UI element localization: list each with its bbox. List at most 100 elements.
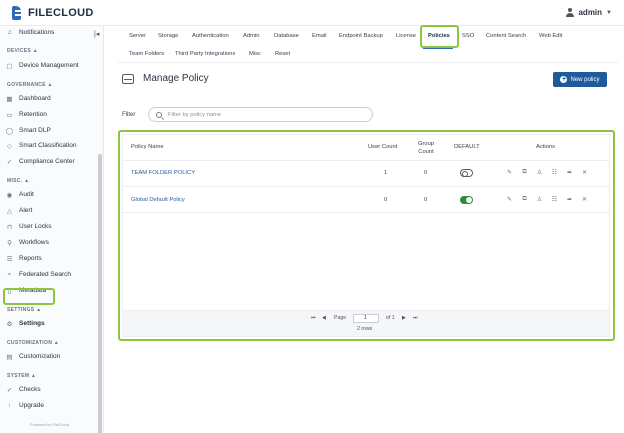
search-icon xyxy=(156,111,162,118)
filecloud-logo[interactable]: FILECLOUD xyxy=(12,6,94,20)
sidebar-section-customization[interactable]: CUSTOMIZATION ▲ xyxy=(7,340,59,346)
delete-icon[interactable]: ✕ xyxy=(581,196,588,203)
column-header-policy-name[interactable]: Policy Name xyxy=(131,144,164,150)
logo-text: FILECLOUD xyxy=(28,7,94,19)
page-number-input[interactable]: 1 xyxy=(353,314,379,323)
tab-server[interactable]: Server xyxy=(129,33,146,39)
policy-name-cell[interactable]: Global Default Policy xyxy=(131,197,185,203)
sidebar-item-dashboard[interactable]: ▦ Dashboard xyxy=(6,92,51,105)
sidebar-item-label: Smart DLP xyxy=(19,127,51,134)
sidebar-item-user-locks[interactable]: ⊓ User Locks xyxy=(6,220,52,233)
column-header-user-count[interactable]: User Count xyxy=(368,144,397,150)
sidebar-item-federated-search[interactable]: ⌕ Federated Search xyxy=(6,268,71,281)
edit-icon[interactable]: ✎ xyxy=(506,196,513,203)
sidebar-item-label: Audit xyxy=(19,191,34,198)
sidebar-item-alert[interactable]: △ Alert xyxy=(6,204,32,217)
sidebar-item-label: Dashboard xyxy=(19,95,51,102)
sidebar-section-settings[interactable]: SETTINGS ▲ xyxy=(7,307,41,313)
tab-third-party-integrations[interactable]: Third Party Integrations xyxy=(175,51,235,57)
filter-input[interactable] xyxy=(168,111,358,118)
bell-icon: ♫ xyxy=(7,29,12,36)
sidebar-item-label: Compliance Center xyxy=(19,158,75,165)
powered-by-footer: Powered by FileCloud xyxy=(30,422,70,427)
sidebar-item-retention[interactable]: ▭ Retention xyxy=(6,108,47,121)
sidebar-item-settings[interactable]: ⚙ Settings xyxy=(6,317,45,330)
tab-email[interactable]: Email xyxy=(312,33,327,39)
sidebar-item-reports[interactable]: ☰ Reports xyxy=(6,252,42,265)
workflow-icon: ⚲ xyxy=(7,239,12,247)
dashboard-icon: ▦ xyxy=(6,95,13,103)
device-icon: ▢ xyxy=(6,62,13,70)
user-icon[interactable]: ♙ xyxy=(536,169,543,176)
sidebar-section-system[interactable]: SYSTEM ▲ xyxy=(7,373,36,379)
new-policy-button[interactable]: + New policy xyxy=(553,72,607,87)
edit-icon[interactable]: ✎ xyxy=(506,169,513,176)
plus-icon: + xyxy=(560,76,568,83)
sidebar-item-notifications[interactable]: ♫ Notifications xyxy=(6,26,54,39)
sidebar-section-governance[interactable]: GOVERNANCE ▲ xyxy=(7,82,53,88)
last-page-icon[interactable]: ⏭ xyxy=(413,315,418,322)
tab-license[interactable]: License xyxy=(396,33,416,39)
sidebar-item-label: Workflows xyxy=(19,239,49,246)
sidebar: ♫ Notifications DEVICES ▲ ▢ Device Manag… xyxy=(0,26,104,433)
new-policy-label: New policy xyxy=(570,76,600,83)
copy-icon[interactable]: ⧉ xyxy=(521,169,528,176)
upgrade-icon: ↑ xyxy=(7,402,12,409)
sidebar-section-devices[interactable]: DEVICES ▲ xyxy=(7,48,38,54)
tab-admin[interactable]: Admin xyxy=(243,33,259,39)
filter-field[interactable] xyxy=(148,107,373,122)
first-page-icon[interactable]: ⏮ xyxy=(311,315,316,322)
tab-web-edit[interactable]: Web Edit xyxy=(539,33,562,39)
sidebar-item-workflows[interactable]: ⚲ Workflows xyxy=(6,236,49,249)
sidebar-item-label: Retention xyxy=(19,111,47,118)
user-icon[interactable]: ♙ xyxy=(536,196,543,203)
next-page-icon[interactable]: ▶ xyxy=(402,315,406,321)
tab-team-folders[interactable]: Team Folders xyxy=(129,51,164,57)
collapse-sidebar-icon[interactable]: |◂ xyxy=(94,30,99,38)
group-icon[interactable]: ☷ xyxy=(551,196,558,203)
tab-content-search[interactable]: Content Search xyxy=(486,33,526,39)
user-menu[interactable]: admin ▼ xyxy=(565,8,612,17)
group-icon[interactable]: ☷ xyxy=(551,169,558,176)
tab-endpoint-backup[interactable]: Endpoint Backup xyxy=(339,33,383,39)
tabs-divider xyxy=(118,62,618,63)
sidebar-item-smart-dlp[interactable]: ◯ Smart DLP xyxy=(6,124,51,137)
default-toggle-on[interactable] xyxy=(460,196,473,204)
tab-authentication[interactable]: Authentication xyxy=(192,33,229,39)
copy-icon[interactable]: ⧉ xyxy=(521,196,528,203)
column-header-group-count[interactable]: Group Count xyxy=(413,140,439,156)
sidebar-section-misc[interactable]: MISC. ▲ xyxy=(7,178,29,184)
tab-sso[interactable]: SSO xyxy=(462,33,474,39)
check-icon: ✓ xyxy=(6,158,13,166)
row-divider xyxy=(123,212,609,213)
sidebar-scrollbar[interactable] xyxy=(98,154,102,433)
delete-icon[interactable]: ✕ xyxy=(581,169,588,176)
tab-storage[interactable]: Storage xyxy=(158,33,178,39)
prev-page-icon[interactable]: ◀ xyxy=(322,315,326,321)
sidebar-item-audit[interactable]: ◉ Audit xyxy=(6,188,34,201)
sidebar-item-checks[interactable]: ✓ Checks xyxy=(6,383,41,396)
filter-label: Filter xyxy=(122,112,136,118)
user-name: admin xyxy=(578,8,603,17)
sidebar-item-smart-classification[interactable]: ◇ Smart Classification xyxy=(6,139,76,152)
sidebar-item-customization[interactable]: ▤ Customization xyxy=(6,350,60,363)
group-count-cell: 0 xyxy=(424,197,428,203)
tab-misc[interactable]: Misc xyxy=(249,51,261,57)
policies-tab-highlight xyxy=(420,25,459,48)
tab-database[interactable]: Database xyxy=(274,33,299,39)
sidebar-item-label: Notifications xyxy=(19,29,55,36)
sidebar-item-device-management[interactable]: ▢ Device Management xyxy=(6,59,78,72)
sidebar-item-label: Customization xyxy=(19,353,61,360)
alert-icon: △ xyxy=(7,207,12,215)
column-header-default[interactable]: DEFAULT xyxy=(454,144,480,150)
policy-name-cell[interactable]: TEAM FOLDER POLICY xyxy=(131,170,195,176)
reports-icon: ☰ xyxy=(6,255,13,263)
tab-reset[interactable]: Reset xyxy=(275,51,290,57)
share-icon[interactable]: ➦ xyxy=(566,196,573,203)
default-toggle-off[interactable] xyxy=(460,169,473,177)
share-icon[interactable]: ➦ xyxy=(566,169,573,176)
sidebar-item-upgrade[interactable]: ↑ Upgrade xyxy=(6,399,44,412)
user-count-cell: 0 xyxy=(384,197,388,203)
sidebar-item-label: Alert xyxy=(19,207,33,214)
sidebar-item-compliance-center[interactable]: ✓ Compliance Center xyxy=(6,155,75,168)
